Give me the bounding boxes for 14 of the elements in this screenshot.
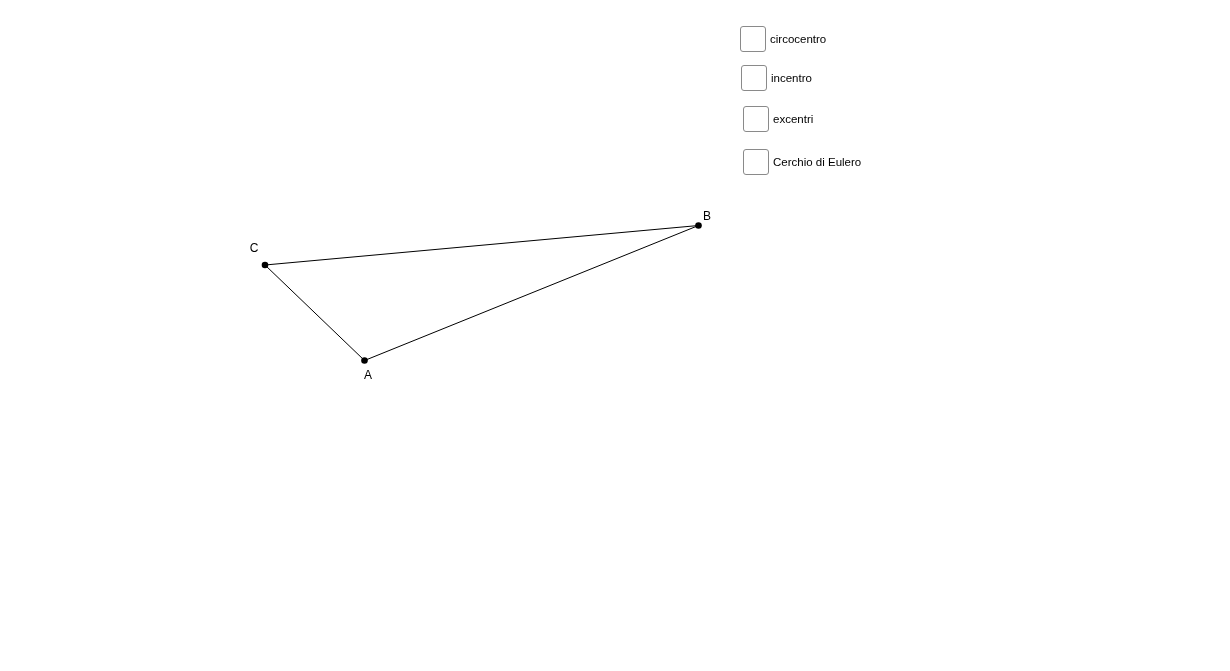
checkbox[interactable] (743, 106, 769, 132)
checkbox-label[interactable]: incentro (771, 71, 812, 85)
checkbox[interactable] (741, 65, 767, 91)
checkbox[interactable] (743, 149, 769, 175)
point-dot-icon[interactable] (695, 222, 702, 229)
point-dot-icon[interactable] (261, 261, 269, 269)
point-label: A (364, 368, 372, 382)
point-dot-icon[interactable] (361, 357, 368, 364)
point-label: C (249, 241, 259, 255)
point-label: B (703, 209, 711, 223)
checkbox[interactable] (740, 26, 766, 52)
checkbox-label[interactable]: Cerchio di Eulero (773, 155, 862, 169)
checkbox-label[interactable]: circocentro (770, 32, 827, 46)
checkbox-label[interactable]: excentri (773, 112, 814, 126)
